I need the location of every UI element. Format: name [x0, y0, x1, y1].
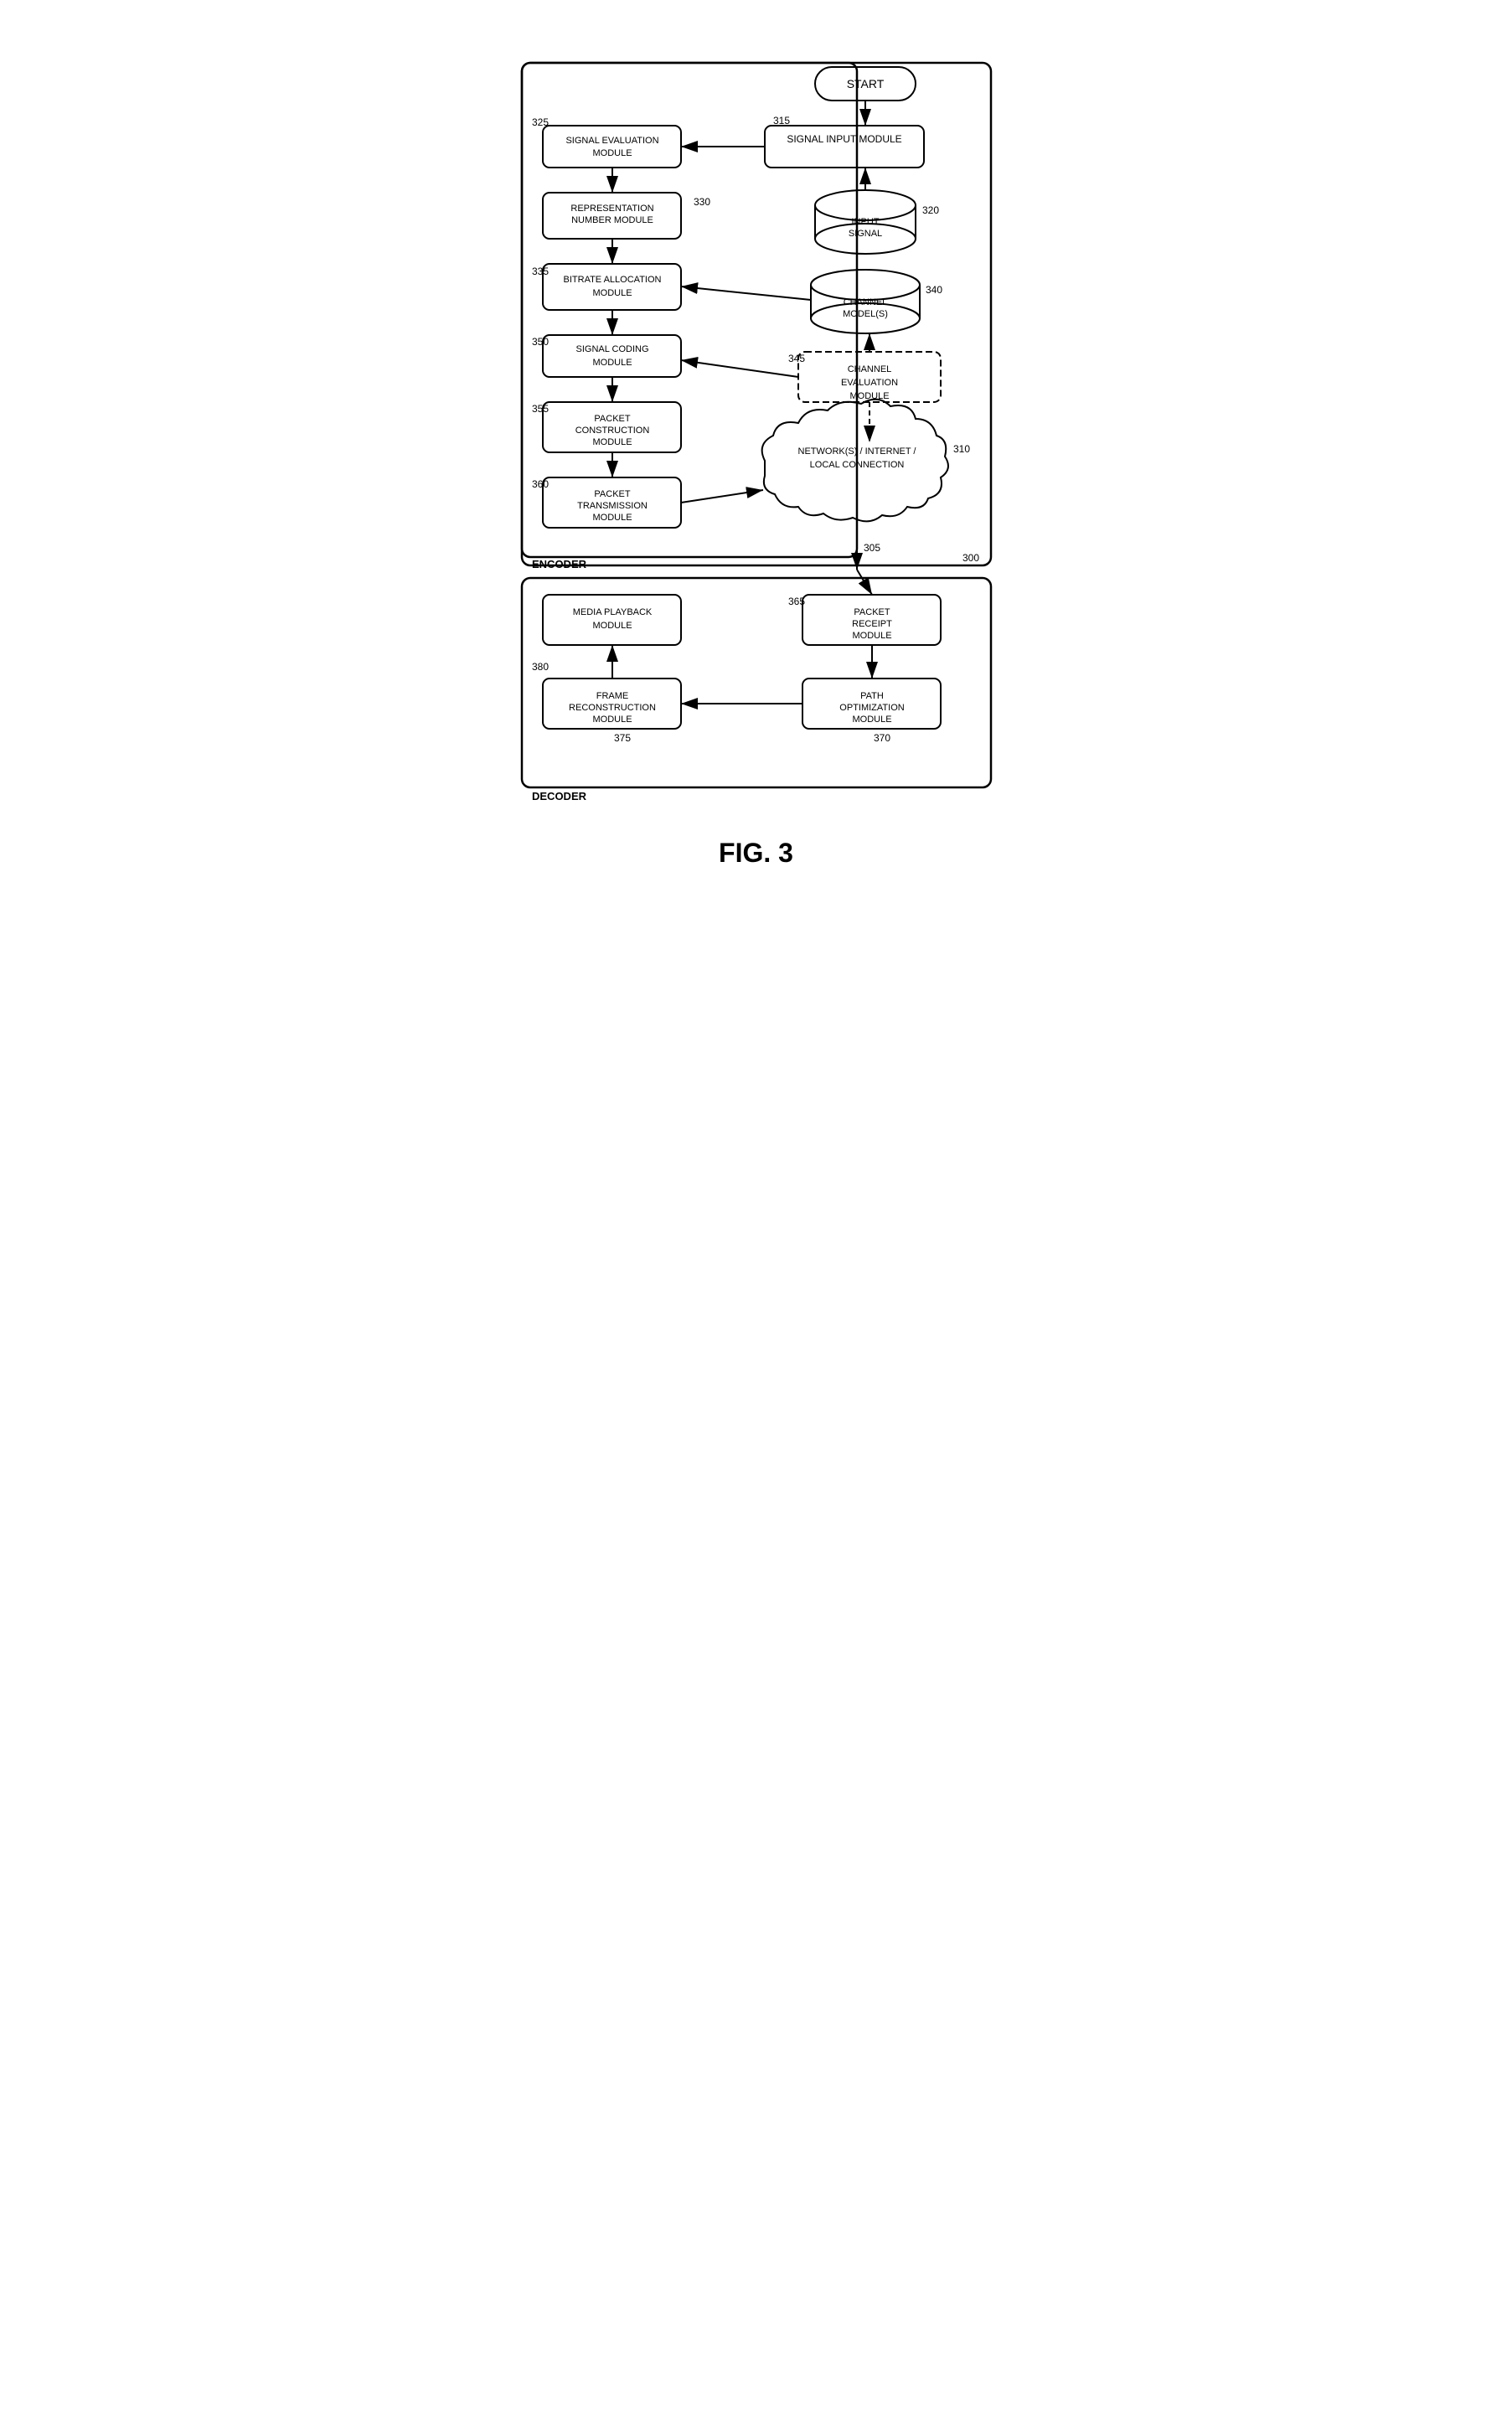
label-355: 355: [532, 403, 549, 415]
label-365: 365: [788, 596, 805, 607]
svg-text:MODULE: MODULE: [592, 288, 632, 298]
label-315: 315: [773, 115, 790, 126]
path-opt-label: PATH: [860, 691, 884, 701]
bitrate-alloc-label: BITRATE ALLOCATION: [563, 275, 661, 285]
label-310: 310: [953, 443, 970, 455]
channel-models-label: CHANNEL: [843, 297, 887, 307]
label-300: 300: [962, 552, 979, 564]
input-signal-label: INPUT: [851, 217, 879, 227]
svg-text:MODULE: MODULE: [592, 437, 632, 447]
repr-number-label: REPRESENTATION: [570, 204, 653, 214]
start-label: START: [846, 77, 884, 90]
diagram-area: START SIGNAL INPUT MODULE SIGNAL EVALUAT…: [497, 17, 1016, 821]
svg-text:TRANSMISSION: TRANSMISSION: [577, 501, 648, 511]
label-375: 375: [614, 732, 631, 744]
label-305: 305: [864, 542, 880, 554]
network-label: NETWORK(S) / INTERNET /: [797, 446, 916, 457]
packet-receipt-label: PACKET: [854, 607, 890, 617]
fig-label: FIG. 3: [497, 838, 1016, 869]
svg-text:MODULE: MODULE: [592, 358, 632, 368]
label-320: 320: [922, 204, 939, 216]
label-380: 380: [532, 661, 549, 673]
label-325: 325: [532, 116, 549, 128]
label-345: 345: [788, 353, 805, 364]
encoder-label: ENCODER: [532, 558, 587, 570]
svg-text:MODULE: MODULE: [592, 621, 632, 631]
svg-text:NUMBER MODULE: NUMBER MODULE: [571, 215, 653, 225]
svg-text:MODEL(S): MODEL(S): [843, 309, 888, 319]
svg-text:OPTIMIZATION: OPTIMIZATION: [839, 703, 904, 713]
svg-text:MODULE: MODULE: [592, 513, 632, 523]
media-playback-label: MEDIA PLAYBACK: [572, 607, 652, 617]
packet-trans-label: PACKET: [594, 489, 630, 499]
svg-text:RECEIPT: RECEIPT: [852, 619, 892, 629]
svg-text:CONSTRUCTION: CONSTRUCTION: [575, 426, 649, 436]
label-370: 370: [874, 732, 890, 744]
packet-const-label: PACKET: [594, 414, 630, 424]
svg-text:RECONSTRUCTION: RECONSTRUCTION: [569, 703, 656, 713]
diagram-svg: START SIGNAL INPUT MODULE SIGNAL EVALUAT…: [497, 17, 1016, 821]
signal-coding-label: SIGNAL CODING: [575, 344, 648, 354]
signal-eval-label: SIGNAL EVALUATION: [565, 136, 658, 146]
label-340: 340: [926, 284, 942, 296]
channel-eval-label: CHANNEL: [847, 364, 891, 374]
label-350: 350: [532, 336, 549, 348]
svg-text:MODULE: MODULE: [592, 715, 632, 725]
svg-text:MODULE: MODULE: [592, 148, 632, 158]
label-335: 335: [532, 266, 549, 277]
decoder-label: DECODER: [532, 790, 587, 802]
svg-text:EVALUATION: EVALUATION: [840, 378, 897, 388]
svg-text:LOCAL CONNECTION: LOCAL CONNECTION: [809, 460, 904, 470]
frame-recon-label: FRAME: [596, 691, 628, 701]
label-330: 330: [694, 196, 710, 208]
page: START SIGNAL INPUT MODULE SIGNAL EVALUAT…: [497, 17, 1016, 869]
label-360: 360: [532, 478, 549, 490]
svg-text:MODULE: MODULE: [852, 631, 891, 641]
signal-input-label: SIGNAL INPUT MODULE: [787, 133, 901, 145]
svg-text:SIGNAL: SIGNAL: [848, 229, 881, 239]
svg-text:MODULE: MODULE: [852, 715, 891, 725]
